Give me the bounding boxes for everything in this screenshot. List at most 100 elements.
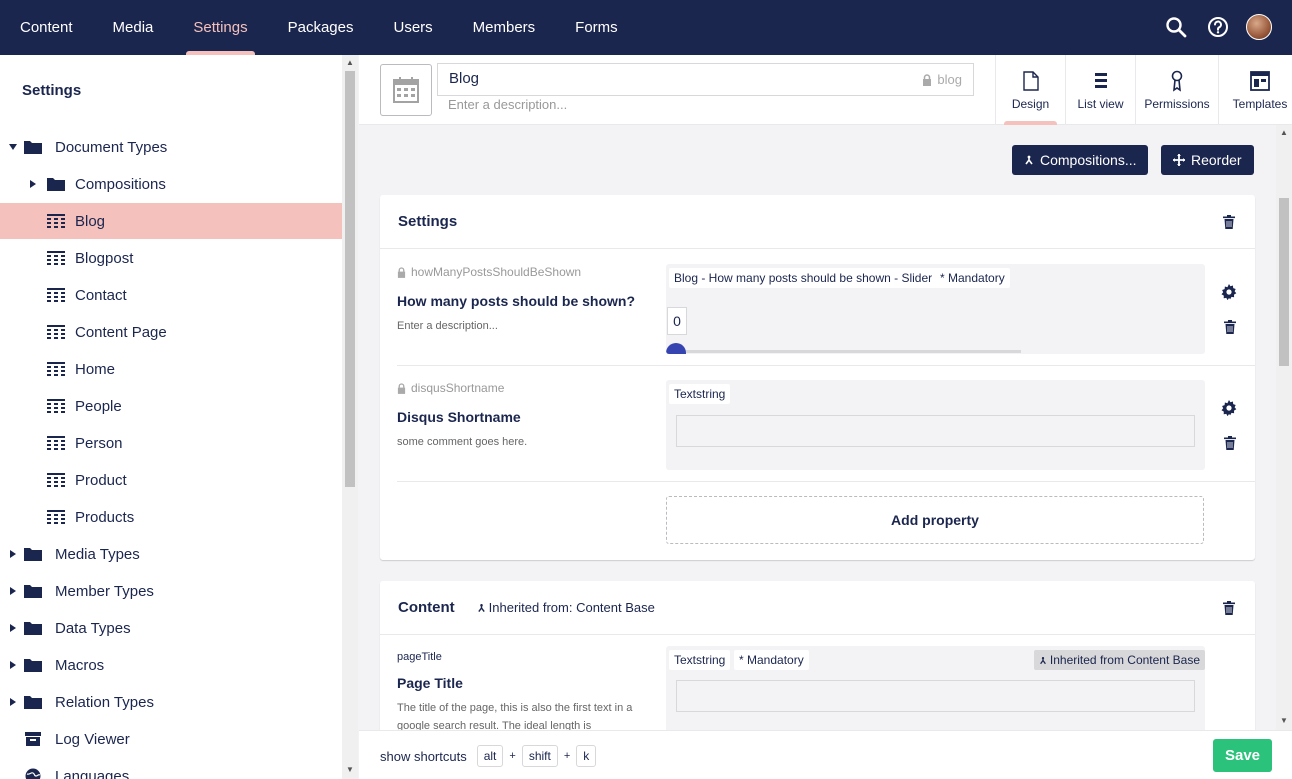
merge-icon [477,603,485,612]
nav-media[interactable]: Media [93,0,174,55]
mandatory-tag: * Mandatory [734,650,809,670]
tree-item-compositions[interactable]: Compositions [0,166,342,202]
property-alias: disqusShortname [397,381,504,395]
property-description[interactable]: Enter a description... [397,317,652,335]
tree-item-macros[interactable]: Macros [0,647,342,683]
nav-content[interactable]: Content [0,0,93,55]
scroll-down-arrow[interactable]: ▼ [346,766,354,774]
property-preview[interactable]: Textstring [666,380,1205,470]
save-button[interactable]: Save [1213,739,1272,772]
nav-users[interactable]: Users [373,0,452,55]
app-templates[interactable]: Templates [1218,55,1292,125]
slider-value: 0 [667,307,687,335]
tree-item-data-types[interactable]: Data Types [0,610,342,646]
inherited-tag-text: Inherited from Content Base [1049,653,1200,667]
app-templates-label: Templates [1232,97,1288,111]
caret-right-icon[interactable] [8,697,18,707]
key-alt: alt [476,745,504,767]
nav-settings[interactable]: Settings [173,0,267,55]
tree-item-content-page[interactable]: Content Page [0,314,342,350]
tree-item-label: Blog [75,212,106,230]
caret-right-icon[interactable] [8,586,18,596]
tree-item-log-viewer[interactable]: Log Viewer [0,721,342,757]
tree-item-person[interactable]: Person [0,425,342,461]
tree-item-label: Contact [75,286,127,304]
tree-item-products[interactable]: Products [0,499,342,535]
editor-tag: Blog - How many posts should be shown - … [669,268,938,288]
editor-tag: Textstring [669,384,731,404]
tree-item-product[interactable]: Product [0,462,342,498]
caret-right-icon[interactable] [8,549,18,559]
nav-forms[interactable]: Forms [555,0,638,55]
tree-item-people[interactable]: People [0,388,342,424]
tree-item-contact[interactable]: Contact [0,277,342,313]
trash-icon[interactable] [1223,319,1237,335]
doctype-description-input[interactable]: Enter a description... [448,97,567,112]
sidebar-scrollbar[interactable]: ▲ ▼ [342,55,358,779]
property-name[interactable]: Disqus Shortname [397,409,521,425]
scroll-down-arrow[interactable]: ▼ [1280,717,1288,725]
caret-right-icon[interactable] [8,660,18,670]
reorder-button-label: Reorder [1191,152,1242,168]
scroll-up-arrow[interactable]: ▲ [1280,129,1288,137]
editor-header: Blog blog Enter a description... Design … [359,55,1292,125]
doctype-icon-picker[interactable] [380,64,432,116]
scroll-up-arrow[interactable]: ▲ [346,59,354,67]
slider-track [667,350,1021,353]
caret-right-icon[interactable] [28,179,38,189]
tree-item-media-types[interactable]: Media Types [0,536,342,572]
tree-item-home[interactable]: Home [0,351,342,387]
nav-packages[interactable]: Packages [268,0,374,55]
doctype-name-input[interactable]: Blog blog [437,63,974,96]
section-nav: Content Media Settings Packages Users Me… [0,0,638,55]
property-description[interactable]: some comment goes here. [397,433,652,451]
permissions-icon [1169,70,1185,92]
help-icon[interactable] [1204,13,1232,41]
property-preview[interactable]: Blog - How many posts should be shown - … [666,264,1205,354]
tree-item-label: Home [75,360,116,378]
trash-icon[interactable] [1223,435,1237,451]
folder-icon [24,620,42,636]
tree-item-label: Log Viewer [55,730,130,748]
caret-down-icon[interactable] [8,142,18,152]
add-property-button[interactable]: Add property [666,496,1204,544]
tree-item-blogpost[interactable]: Blogpost [0,240,342,276]
gear-icon[interactable] [1221,284,1237,300]
compositions-button[interactable]: Compositions... [1012,145,1149,175]
search-icon[interactable] [1162,13,1190,41]
property-row: disqusShortname Disqus Shortname some co… [397,380,1237,481]
property-name[interactable]: How many posts should be shown? [397,293,635,309]
property-row: pageTitle Page Title The title of the pa… [397,646,1235,730]
group-name[interactable]: Content [398,599,455,616]
nav-members[interactable]: Members [453,0,556,55]
property-description: The title of the page, this is also the … [397,702,633,730]
tree-item-blog[interactable]: Blog [0,203,342,239]
scrollbar-thumb[interactable] [345,71,355,487]
group-name[interactable]: Settings [398,213,457,230]
tree-item-member-types[interactable]: Member Types [0,573,342,609]
trash-icon[interactable] [1222,214,1236,230]
alias-display[interactable]: blog [922,72,962,87]
trash-icon[interactable] [1222,600,1236,616]
app-design[interactable]: Design [995,55,1065,125]
main-scrollbar[interactable]: ▲ ▼ [1276,125,1292,730]
reorder-button[interactable]: Reorder [1161,145,1254,175]
lock-icon [923,73,932,86]
user-avatar[interactable] [1246,14,1272,40]
key-k: k [576,745,597,767]
separator [397,365,1255,366]
app-list-view[interactable]: List view [1065,55,1135,125]
scrollbar-thumb[interactable] [1279,198,1289,366]
shortcuts-hint[interactable]: show shortcuts alt + shift + k [380,745,597,767]
tree-item-label: Media Types [55,545,140,563]
caret-right-icon[interactable] [8,623,18,633]
templates-icon [1250,70,1270,92]
tree-item-languages[interactable]: Languages [0,758,342,779]
tree-item-relation-types[interactable]: Relation Types [0,684,342,720]
gear-icon[interactable] [1221,400,1237,416]
editor-footer: show shortcuts alt + shift + k Save [359,730,1292,779]
tree-item-document-types[interactable]: Document Types [0,129,342,165]
tree-item-label: Content Page [75,323,167,341]
doctype-icon [47,509,65,525]
app-permissions[interactable]: Permissions [1135,55,1218,125]
